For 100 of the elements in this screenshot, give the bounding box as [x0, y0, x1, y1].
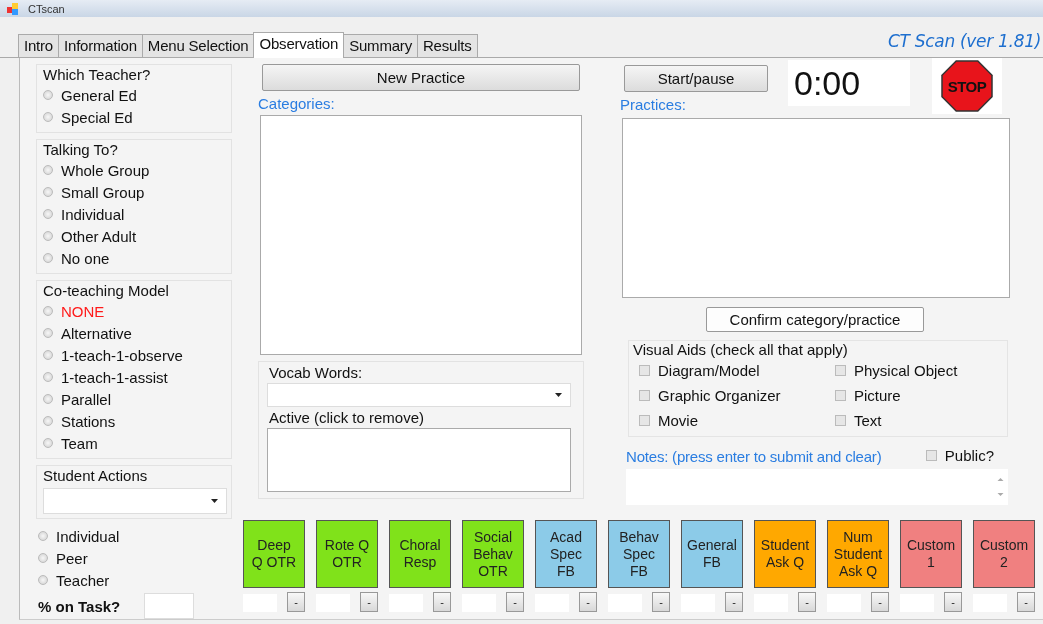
category-tile[interactable]: Rote Q OTR [316, 520, 378, 588]
radio-button[interactable] [43, 187, 53, 197]
radio-label: Special Ed [61, 108, 133, 126]
minus-button[interactable]: - [579, 592, 597, 612]
radio-button[interactable] [43, 438, 53, 448]
checkbox-label: Graphic Organizer [658, 386, 781, 404]
on-task-label: % on Task? [38, 597, 121, 615]
on-task-field[interactable] [144, 593, 195, 619]
category-tile[interactable]: Student Ask Q [754, 520, 816, 588]
checkbox-label: Diagram/Model [658, 361, 760, 379]
radio-button[interactable] [43, 165, 53, 175]
version-label: CT Scan (ver 1.81) [887, 31, 1041, 53]
radio-button[interactable] [43, 90, 53, 100]
radio-label: Other Adult [61, 227, 137, 245]
caret-icon [555, 393, 562, 397]
category-tile[interactable]: Custom 1 [900, 520, 962, 588]
radio-button[interactable] [43, 306, 53, 316]
radio-label: Small Group [61, 183, 145, 201]
minus-button[interactable]: - [506, 592, 524, 612]
radio-button[interactable] [43, 394, 53, 404]
checkbox[interactable] [835, 414, 846, 426]
tab[interactable]: Results [416, 34, 478, 57]
categories-list[interactable] [260, 115, 582, 355]
confirm-button[interactable]: Confirm category/practice [706, 307, 924, 332]
radio-button[interactable] [43, 112, 53, 122]
checkbox-label: Movie [658, 411, 698, 429]
category-tile[interactable]: Custom 2 [973, 520, 1035, 588]
radio-label: General Ed [61, 86, 137, 104]
radio-label: 1-teach-1-assist [61, 368, 168, 386]
radio-button[interactable] [43, 416, 53, 426]
tab[interactable]: Summary [343, 34, 418, 57]
timer-display: 0:00 [788, 60, 910, 106]
minus-button[interactable]: - [944, 592, 962, 612]
radio-label: Individual [61, 205, 125, 223]
checkbox[interactable] [925, 449, 937, 461]
checkbox[interactable] [639, 364, 650, 376]
group-title: Visual Aids (check all that apply) [633, 341, 849, 358]
radio-button[interactable] [38, 553, 48, 563]
categories-label: Categories: [258, 95, 336, 113]
checkbox[interactable] [835, 389, 846, 401]
category-tile[interactable]: Acad Spec FB [535, 520, 597, 588]
radio-label: No one [61, 249, 110, 267]
radio-button[interactable] [43, 209, 53, 219]
radio-label: Alternative [61, 324, 132, 342]
minus-button[interactable]: - [725, 592, 743, 612]
radio-button[interactable] [43, 231, 53, 241]
radio-label: Individual [56, 527, 120, 545]
minus-button[interactable]: - [798, 592, 816, 612]
checkbox[interactable] [835, 364, 846, 376]
minus-button[interactable]: - [360, 592, 378, 612]
category-tile[interactable]: Choral Resp [389, 520, 451, 588]
dropdown[interactable] [43, 488, 227, 514]
category-tile[interactable]: Num Student Ask Q [827, 520, 889, 588]
radio-button[interactable] [38, 531, 48, 541]
category-tile[interactable]: Behav Spec FB [608, 520, 670, 588]
checkbox-label: Text [854, 411, 882, 429]
tab[interactable]: Information [58, 34, 143, 57]
minus-button[interactable]: - [871, 592, 889, 612]
active-label: Active (click to remove) [269, 409, 426, 426]
radio-label: Parallel [61, 390, 112, 408]
tab[interactable]: Menu Selection [141, 34, 255, 57]
stop-button[interactable]: STOP [932, 58, 1002, 114]
checkbox[interactable] [639, 414, 650, 426]
notes-label: Notes: (press enter to submit and clear) [626, 448, 882, 466]
checkbox-label: Public? [944, 446, 994, 464]
radio-label: 1-teach-1-observe [61, 346, 183, 364]
stop-label: STOP [947, 77, 987, 95]
tab[interactable]: Intro [18, 34, 59, 57]
category-tile[interactable]: Social Behav OTR [462, 520, 524, 588]
active-list[interactable] [267, 428, 571, 492]
minus-button[interactable]: - [433, 592, 451, 612]
radio-label: Peer [56, 549, 88, 567]
checkbox[interactable] [639, 389, 650, 401]
minus-button[interactable]: - [1017, 592, 1035, 612]
radio-button[interactable] [43, 372, 53, 382]
minus-button[interactable]: - [287, 592, 305, 612]
checkbox-label: Physical Object [854, 361, 958, 379]
radio-button[interactable] [43, 350, 53, 360]
tab[interactable]: Observation [253, 32, 345, 58]
minus-button[interactable]: - [652, 592, 670, 612]
radio-label: NONE [61, 302, 105, 320]
radio-button[interactable] [43, 253, 53, 263]
group-title: Talking To? [43, 141, 119, 158]
vocab-dropdown[interactable] [267, 383, 571, 407]
practices-list[interactable] [622, 118, 1010, 298]
caret-icon [211, 499, 218, 503]
radio-button[interactable] [43, 328, 53, 338]
radio-label: Stations [61, 412, 116, 430]
app-icon [6, 1, 20, 16]
radio-label: Teacher [56, 571, 110, 589]
group-title: Which Teacher? [43, 66, 152, 83]
radio-label: Team [61, 434, 98, 452]
start-pause-button[interactable]: Start/pause [624, 65, 768, 92]
category-tile[interactable]: Deep Q OTR [243, 520, 305, 588]
category-tile[interactable]: General FB [681, 520, 743, 588]
stop-sign-icon [941, 60, 993, 112]
notes-field[interactable] [626, 469, 1008, 505]
new-practice-button[interactable]: New Practice [262, 64, 580, 91]
radio-button[interactable] [38, 575, 48, 585]
scroll-arrows-icon [997, 475, 1004, 499]
